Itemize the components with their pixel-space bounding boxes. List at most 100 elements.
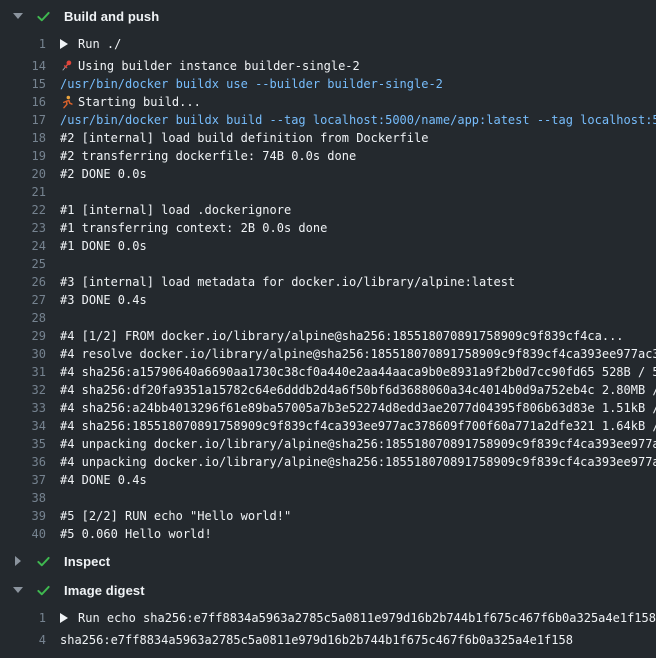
line-number: 40 — [0, 527, 46, 541]
line-text: Run ./ — [60, 37, 121, 51]
line-text: #4 DONE 0.4s — [60, 473, 147, 487]
check-icon — [36, 9, 52, 24]
line-number: 14 — [0, 59, 46, 73]
play-icon[interactable] — [60, 613, 68, 623]
line-text: #4 sha256:a15790640a6690aa1730c38cf0a440… — [60, 365, 656, 379]
log-line[interactable]: 21 — [0, 183, 656, 201]
workflow-log-viewer: Build and push 1 Run ./ 14 Using builder… — [0, 0, 656, 658]
log-line[interactable]: 19 #2 transferring dockerfile: 74B 0.0s … — [0, 147, 656, 165]
line-text: #4 sha256:185518070891758909c9f839cf4ca3… — [60, 419, 656, 433]
line-number: 21 — [0, 185, 46, 199]
line-text: #1 transferring context: 2B 0.0s done — [60, 221, 327, 235]
chevron-right-icon[interactable] — [12, 556, 24, 566]
log-line[interactable]: 37 #4 DONE 0.4s — [0, 471, 656, 489]
line-number: 29 — [0, 329, 46, 343]
section-lines: 1 Run ./ 14 Using builder instance build… — [0, 35, 656, 543]
line-number: 4 — [0, 633, 46, 647]
line-text: #4 [1/2] FROM docker.io/library/alpine@s… — [60, 329, 624, 343]
line-text: #5 0.060 Hello world! — [60, 527, 212, 541]
line-number: 22 — [0, 203, 46, 217]
log-line[interactable]: 35 #4 unpacking docker.io/library/alpine… — [0, 435, 656, 453]
line-number: 35 — [0, 437, 46, 451]
log-line[interactable]: 15 /usr/bin/docker buildx use --builder … — [0, 75, 656, 93]
line-text: #3 [internal] load metadata for docker.i… — [60, 275, 515, 289]
line-number: 1 — [0, 37, 46, 51]
log-line[interactable]: 25 — [0, 255, 656, 273]
line-number: 18 — [0, 131, 46, 145]
log-line[interactable]: 20 #2 DONE 0.0s — [0, 165, 656, 183]
log-line[interactable]: 17 /usr/bin/docker buildx build --tag lo… — [0, 111, 656, 129]
line-number: 20 — [0, 167, 46, 181]
log-line[interactable]: 40 #5 0.060 Hello world! — [0, 525, 656, 543]
line-text: Using builder instance builder-single-2 — [60, 59, 360, 73]
line-number: 23 — [0, 221, 46, 235]
section-header-build-and-push[interactable]: Build and push — [0, 5, 656, 27]
log-line[interactable]: 33 #4 sha256:a24bb4013296f61e89ba57005a7… — [0, 399, 656, 417]
log-line[interactable]: 36 #4 unpacking docker.io/library/alpine… — [0, 453, 656, 471]
line-number: 1 — [0, 611, 46, 625]
line-text: #3 DONE 0.4s — [60, 293, 147, 307]
line-number: 31 — [0, 365, 46, 379]
section-header-inspect[interactable]: Inspect — [0, 550, 656, 572]
log-line[interactable]: 28 — [0, 309, 656, 327]
line-text: Run echo sha256:e7ff8834a5963a2785c5a081… — [60, 611, 656, 625]
line-number: 25 — [0, 257, 46, 271]
log-line[interactable]: 14 Using builder instance builder-single… — [0, 57, 656, 75]
line-text: #2 DONE 0.0s — [60, 167, 147, 181]
line-number: 36 — [0, 455, 46, 469]
log-line[interactable]: 1 Run ./ — [0, 35, 656, 53]
line-number: 34 — [0, 419, 46, 433]
log-line[interactable]: 27 #3 DONE 0.4s — [0, 291, 656, 309]
line-text: #2 [internal] load build definition from… — [60, 131, 428, 145]
line-number: 37 — [0, 473, 46, 487]
log-line[interactable]: 22 #1 [internal] load .dockerignore — [0, 201, 656, 219]
log-line[interactable]: 34 #4 sha256:185518070891758909c9f839cf4… — [0, 417, 656, 435]
log-section-inspect: Inspect — [0, 545, 656, 574]
log-line[interactable]: 23 #1 transferring context: 2B 0.0s done — [0, 219, 656, 237]
log-line[interactable]: 32 #4 sha256:df20fa9351a15782c64e6dddb2d… — [0, 381, 656, 399]
log-line[interactable]: 38 — [0, 489, 656, 507]
line-number: 30 — [0, 347, 46, 361]
runner-emoji — [60, 95, 74, 109]
line-text: #4 sha256:a24bb4013296f61e89ba57005a7b3e… — [60, 401, 656, 415]
line-text: Starting build... — [60, 95, 201, 109]
log-line[interactable]: 24 #1 DONE 0.0s — [0, 237, 656, 255]
line-number: 24 — [0, 239, 46, 253]
log-line[interactable]: 29 #4 [1/2] FROM docker.io/library/alpin… — [0, 327, 656, 345]
log-line[interactable]: 4 sha256:e7ff8834a5963a2785c5a0811e979d1… — [0, 631, 656, 649]
line-number: 26 — [0, 275, 46, 289]
log-line[interactable]: 1 Run echo sha256:e7ff8834a5963a2785c5a0… — [0, 609, 656, 627]
line-number: 15 — [0, 77, 46, 91]
line-text: #2 transferring dockerfile: 74B 0.0s don… — [60, 149, 356, 163]
line-number: 39 — [0, 509, 46, 523]
log-line[interactable]: 31 #4 sha256:a15790640a6690aa1730c38cf0a… — [0, 363, 656, 381]
log-line[interactable]: 18 #2 [internal] load build definition f… — [0, 129, 656, 147]
line-number: 38 — [0, 491, 46, 505]
log-section-image-digest: Image digest 1 Run echo sha256:e7ff8834a… — [0, 574, 656, 651]
line-number: 32 — [0, 383, 46, 397]
line-number: 28 — [0, 311, 46, 325]
section-header-image-digest[interactable]: Image digest — [0, 579, 656, 601]
line-text: #1 DONE 0.0s — [60, 239, 147, 253]
line-number: 16 — [0, 95, 46, 109]
section-title: Inspect — [64, 554, 110, 569]
section-title: Image digest — [64, 583, 145, 598]
section-title: Build and push — [64, 9, 159, 24]
line-text: sha256:e7ff8834a5963a2785c5a0811e979d16b… — [60, 633, 573, 647]
line-text: /usr/bin/docker buildx use --builder bui… — [60, 77, 443, 91]
pushpin-emoji — [60, 59, 74, 73]
check-icon — [36, 554, 52, 569]
chevron-down-icon[interactable] — [12, 13, 24, 19]
log-section-build-and-push: Build and push 1 Run ./ 14 Using builder… — [0, 0, 656, 545]
line-text: #4 unpacking docker.io/library/alpine@sh… — [60, 455, 656, 469]
log-line[interactable]: 16 Starting build... — [0, 93, 656, 111]
play-icon[interactable] — [60, 39, 68, 49]
section-lines: 1 Run echo sha256:e7ff8834a5963a2785c5a0… — [0, 609, 656, 649]
log-line[interactable]: 26 #3 [internal] load metadata for docke… — [0, 273, 656, 291]
line-text: /usr/bin/docker buildx build --tag local… — [60, 113, 656, 127]
chevron-down-icon[interactable] — [12, 587, 24, 593]
log-line[interactable]: 39 #5 [2/2] RUN echo "Hello world!" — [0, 507, 656, 525]
line-number: 27 — [0, 293, 46, 307]
line-text: #1 [internal] load .dockerignore — [60, 203, 291, 217]
log-line[interactable]: 30 #4 resolve docker.io/library/alpine@s… — [0, 345, 656, 363]
